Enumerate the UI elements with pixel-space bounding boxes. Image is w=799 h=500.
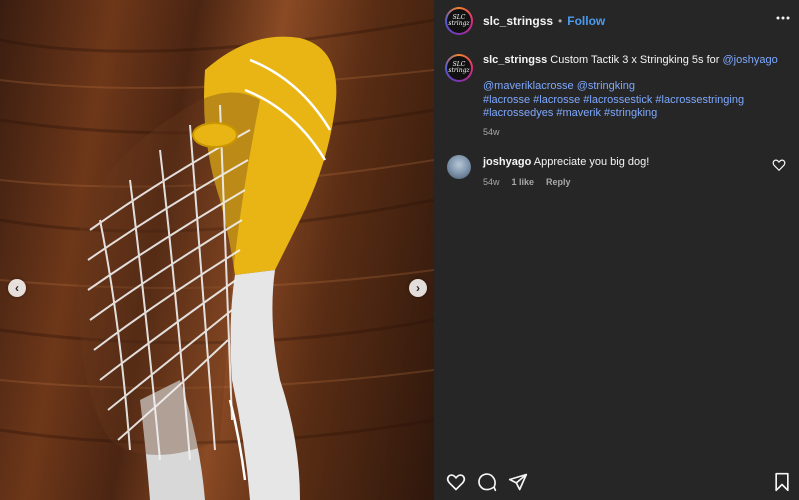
- comment-text: joshyago Appreciate you big dog!: [483, 155, 792, 169]
- heart-icon[interactable]: [446, 472, 466, 492]
- caption-mention-link[interactable]: @joshyago: [722, 54, 777, 66]
- commenter-avatar[interactable]: [447, 155, 471, 179]
- paper-plane-icon[interactable]: [508, 472, 528, 492]
- caption-hashtags: @maveriklacrosse @stringking #lacrosse #…: [483, 80, 785, 121]
- author-avatar[interactable]: SLC stringz: [445, 7, 473, 35]
- comment-body: Appreciate you big dog!: [533, 156, 650, 168]
- caption-timestamp: 54w: [483, 126, 500, 137]
- caption-body: Custom Tactik 3 x Stringking 5s for: [550, 54, 720, 66]
- lacrosse-head-photo: [0, 18, 434, 500]
- more-horizontal-icon[interactable]: [773, 10, 793, 30]
- carousel-prev-button[interactable]: ‹: [8, 279, 26, 297]
- chevron-left-icon: ‹: [15, 281, 19, 295]
- post-media[interactable]: ‹ ›: [0, 0, 434, 500]
- caption-avatar[interactable]: SLC stringz: [445, 54, 473, 82]
- caption-tags-line[interactable]: @maveriklacrosse @stringking: [483, 80, 785, 94]
- carousel-next-button[interactable]: ›: [409, 279, 427, 297]
- comment-item: joshyago Appreciate you big dog! 54w 1 l…: [447, 155, 792, 187]
- post-header: SLC stringz slc_stringss • Follow: [434, 0, 799, 42]
- comment-likes-link[interactable]: 1 like: [512, 177, 535, 187]
- comment-meta: 54w 1 like Reply: [483, 177, 792, 187]
- comment-heart-icon[interactable]: [772, 158, 786, 172]
- comment-bubble-icon[interactable]: [477, 472, 497, 492]
- caption-text: slc_stringss Custom Tactik 3 x Stringkin…: [483, 54, 785, 67]
- caption-tags-line[interactable]: #lacrosse #lacrosse #lacrossestick #lacr…: [483, 94, 785, 108]
- avatar-logo-text: SLC stringz: [447, 56, 471, 80]
- avatar-logo-text: SLC stringz: [447, 9, 471, 33]
- chevron-right-icon: ›: [416, 281, 420, 295]
- caption-username[interactable]: slc_stringss: [483, 54, 547, 66]
- commenter-username[interactable]: joshyago: [483, 156, 531, 168]
- author-username[interactable]: slc_stringss: [483, 14, 553, 28]
- separator-dot: •: [558, 14, 563, 28]
- caption-tags-line[interactable]: #lacrossedyes #maverik #stringking: [483, 107, 785, 121]
- post-side-panel: SLC stringz slc_stringss • Follow SLC st…: [434, 0, 799, 500]
- post-action-bar: [446, 472, 528, 492]
- comment-timestamp: 54w: [483, 177, 500, 187]
- post-caption: SLC stringz slc_stringss Custom Tactik 3…: [445, 54, 785, 137]
- bookmark-icon[interactable]: [773, 472, 791, 492]
- follow-button[interactable]: Follow: [567, 14, 605, 28]
- comment-reply-button[interactable]: Reply: [546, 177, 571, 187]
